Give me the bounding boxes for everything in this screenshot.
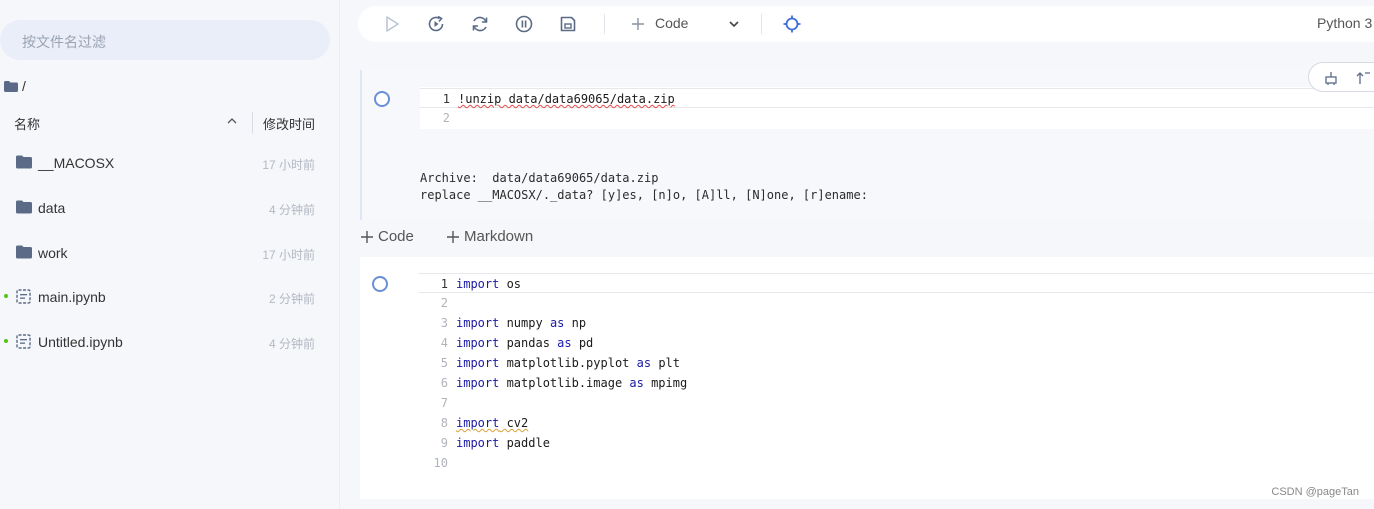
line-number: 9 [440, 436, 448, 450]
notebook-cell-2[interactable]: 1 import os 2 3 import numpy as np 4 imp… [360, 257, 1374, 499]
file-modified-time: 2 分钟前 [268, 292, 315, 306]
file-name: work [38, 245, 68, 261]
code-line: 4 import pandas as pd [418, 333, 1374, 353]
plus-icon[interactable] [628, 14, 648, 34]
run-all-icon[interactable] [426, 14, 446, 34]
file-name: main.ipynb [38, 289, 106, 305]
cell-type-select[interactable]: Code [655, 15, 688, 31]
line-number: 2 [442, 111, 450, 125]
toolbar-separator [604, 14, 605, 34]
cell-tools [1308, 62, 1374, 92]
column-divider[interactable] [252, 112, 253, 134]
file-name: __MACOSX [38, 155, 115, 171]
kernel-name[interactable]: Python 3 [1317, 15, 1372, 31]
file-modified-time: 4 分钟前 [268, 203, 315, 217]
column-modified-header[interactable]: 修改时间 [263, 114, 315, 133]
line-number: 8 [440, 416, 448, 430]
file-name: Untitled.ipynb [38, 334, 123, 350]
code-line: 6 import matplotlib.image as mpimg [418, 373, 1374, 393]
code-line: 2 [420, 108, 1374, 128]
notebook-icon [16, 334, 31, 349]
file-row-data[interactable]: data 4 分钟前 [0, 193, 340, 223]
filter-placeholder: 按文件名过滤 [22, 34, 106, 50]
code-text: import os [456, 277, 522, 291]
folder-icon [4, 80, 18, 92]
locate-icon[interactable] [782, 14, 802, 34]
file-row-untitled-ipynb[interactable]: Untitled.ipynb 4 分钟前 [0, 327, 340, 357]
running-indicator [4, 294, 8, 298]
code-line: 3 import numpy as np [418, 313, 1374, 333]
folder-icon [16, 200, 32, 214]
file-modified-time: 17 小时前 [262, 248, 315, 262]
watermark: CSDN @pageTan [1271, 486, 1359, 498]
cell-output: Archive: data/data69065/data.zip replace… [420, 171, 868, 202]
line-number: 5 [440, 356, 448, 370]
toolbar-separator [761, 14, 762, 34]
save-icon[interactable] [558, 14, 578, 34]
line-number: 7 [440, 396, 448, 410]
file-row-main-ipynb[interactable]: main.ipynb 2 分钟前 [0, 282, 340, 312]
code-text: import matplotlib.image as mpimg [456, 376, 688, 390]
code-editor[interactable]: 1 import os 2 3 import numpy as np 4 imp… [418, 272, 1374, 477]
line-number: 10 [433, 456, 448, 470]
code-line: 9 import paddle [418, 433, 1374, 453]
code-text: import paddle [456, 436, 550, 450]
breadcrumb[interactable]: / [4, 78, 26, 94]
move-up-icon[interactable] [1355, 70, 1371, 86]
chevron-down-icon[interactable] [724, 14, 744, 34]
filter-input[interactable]: 按文件名过滤 [0, 20, 330, 60]
code-text: import pandas as pd [456, 336, 594, 350]
play-icon[interactable] [382, 14, 402, 34]
line-number: 1 [442, 92, 450, 106]
add-code-label: Code [378, 228, 414, 245]
running-indicator [4, 339, 8, 343]
stop-icon[interactable] [514, 14, 534, 34]
line-number: 2 [440, 296, 448, 310]
code-line: 1 !unzip data/data69065/data.zip [420, 88, 1374, 108]
file-modified-time: 4 分钟前 [268, 337, 315, 351]
notebook-app: 按文件名过滤 / 名称 修改时间 __MACOSX 17 小时前 data 4 … [0, 0, 1374, 509]
code-editor[interactable]: 1 !unzip data/data69065/data.zip 2 [420, 87, 1374, 129]
cell-run-indicator[interactable] [374, 91, 390, 107]
file-list-header: 名称 修改时间 [0, 110, 340, 136]
line-number: 4 [440, 336, 448, 350]
code-text: import matplotlib.pyplot as plt [456, 356, 680, 370]
plus-icon [361, 230, 373, 243]
file-row-macosx[interactable]: __MACOSX 17 小时前 [0, 148, 340, 178]
cell-run-indicator[interactable] [372, 276, 388, 292]
add-code-button[interactable]: Code [360, 228, 414, 245]
file-browser-sidebar: 按文件名过滤 / 名称 修改时间 __MACOSX 17 小时前 data 4 … [0, 0, 340, 509]
code-line: 8 import cv2 [418, 413, 1374, 433]
line-number: 1 [440, 277, 448, 291]
folder-icon [16, 245, 32, 259]
line-number: 3 [440, 316, 448, 330]
notebook-toolbar: Code Python 3 [358, 6, 1374, 42]
chevron-up-icon[interactable] [226, 115, 238, 127]
code-line: 2 [418, 293, 1374, 313]
line-number: 6 [440, 376, 448, 390]
add-markdown-label: Markdown [464, 228, 534, 245]
code-text: import numpy as np [456, 316, 587, 330]
add-markdown-button[interactable]: Markdown [446, 228, 533, 245]
plus-icon [447, 230, 459, 243]
code-text: !unzip data/data69065/data.zip [458, 92, 675, 106]
column-name-header[interactable]: 名称 [14, 114, 40, 133]
code-line: 1 import os [418, 273, 1374, 293]
code-line: 5 import matplotlib.pyplot as plt [418, 353, 1374, 373]
restart-icon[interactable] [470, 14, 490, 34]
format-icon[interactable] [1323, 70, 1339, 86]
file-modified-time: 17 小时前 [262, 158, 315, 172]
file-row-work[interactable]: work 17 小时前 [0, 238, 340, 268]
code-line: 10 [418, 453, 1374, 473]
folder-icon [16, 155, 32, 169]
notebook-icon [16, 289, 31, 304]
file-name: data [38, 200, 66, 216]
notebook-cell-1[interactable]: 1 !unzip data/data69065/data.zip 2 Archi… [360, 70, 1374, 220]
breadcrumb-path: / [22, 78, 26, 94]
code-line: 7 [418, 393, 1374, 413]
code-text: import cv2 [456, 416, 529, 430]
